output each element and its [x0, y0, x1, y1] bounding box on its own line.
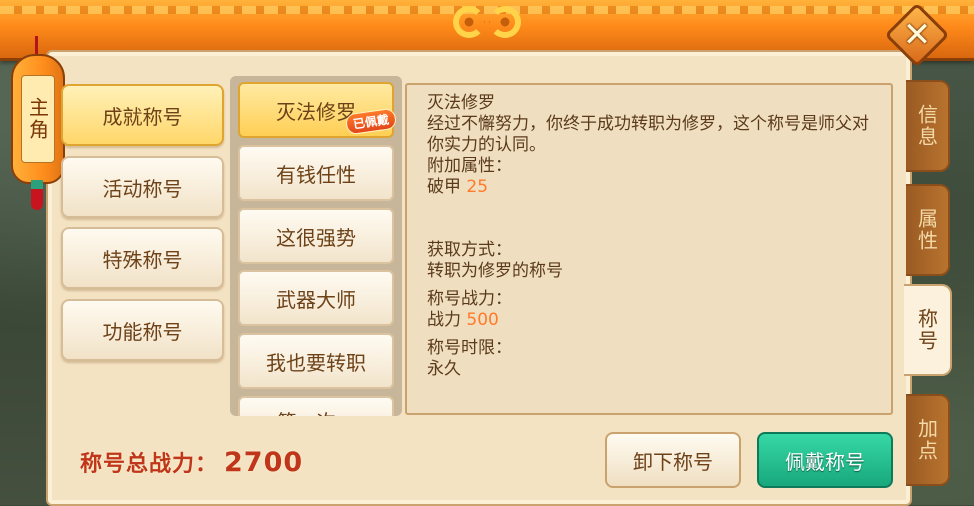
tab-attributes[interactable]: 属性: [906, 184, 950, 276]
category-function[interactable]: 功能称号: [61, 299, 224, 361]
total-power-label: 称号总战力：: [80, 452, 219, 477]
detail-attr-row: 破甲 25: [427, 177, 871, 198]
character-tag-label: 主角: [21, 75, 55, 163]
title-list[interactable]: 灭法修罗 已佩戴 有钱任性 这很强势 武器大师 我也要转职 第一次...: [230, 76, 402, 416]
title-item-partial[interactable]: 第一次...: [238, 396, 394, 416]
close-icon: ✕: [902, 15, 932, 55]
detail-obtain-value: 转职为修罗的称号: [427, 261, 563, 281]
category-special[interactable]: 特殊称号: [61, 227, 224, 289]
title-item-label: 灭法修罗: [276, 99, 356, 124]
title-item[interactable]: 我也要转职: [238, 333, 394, 389]
detail-title-name: 灭法修罗: [427, 93, 495, 113]
character-tag[interactable]: 主角: [11, 54, 65, 184]
tab-info[interactable]: 信息: [906, 80, 950, 172]
power-name: 战力: [427, 310, 461, 330]
detail-time-value: 永久: [427, 359, 461, 379]
detail-description: 经过不懈努力，你终于成功转职为修罗，这个称号是师父对你实力的认同。: [427, 114, 869, 155]
cloud-ornament-icon: [447, 0, 527, 44]
tag-rope: [35, 36, 38, 56]
tassel-icon: [31, 180, 43, 210]
title-item-selected[interactable]: 灭法修罗 已佩戴: [238, 82, 398, 138]
title-detail-panel: 灭法修罗 经过不懈努力，你终于成功转职为修罗，这个称号是师父对你实力的认同。 附…: [405, 83, 893, 415]
tab-titles[interactable]: 称号: [904, 284, 952, 376]
total-power-value: 2700: [224, 447, 304, 478]
detail-obtain-label: 获取方式：: [427, 240, 512, 260]
attr-name: 破甲: [427, 177, 461, 197]
detail-attr-label: 附加属性：: [427, 156, 512, 176]
swirl-left-icon: [453, 6, 485, 38]
category-event[interactable]: 活动称号: [61, 156, 224, 218]
title-item[interactable]: 有钱任性: [238, 145, 394, 201]
attr-value: 25: [466, 177, 489, 197]
category-achievement[interactable]: 成就称号: [61, 84, 224, 146]
detail-time-label: 称号时限：: [427, 338, 512, 358]
close-button[interactable]: ✕: [884, 2, 950, 68]
power-value: 500: [466, 310, 499, 330]
title-item[interactable]: 这很强势: [238, 208, 394, 264]
tab-add-points[interactable]: 加点: [906, 394, 950, 486]
detail-power-label: 称号战力：: [427, 289, 512, 309]
equip-title-button[interactable]: 佩戴称号: [757, 432, 893, 488]
total-power: 称号总战力： 2700: [80, 446, 303, 478]
swirl-right-icon: [489, 6, 521, 38]
detail-power-row: 战力 500: [427, 310, 871, 331]
title-item[interactable]: 武器大师: [238, 270, 394, 326]
unequip-title-button[interactable]: 卸下称号: [605, 432, 741, 488]
